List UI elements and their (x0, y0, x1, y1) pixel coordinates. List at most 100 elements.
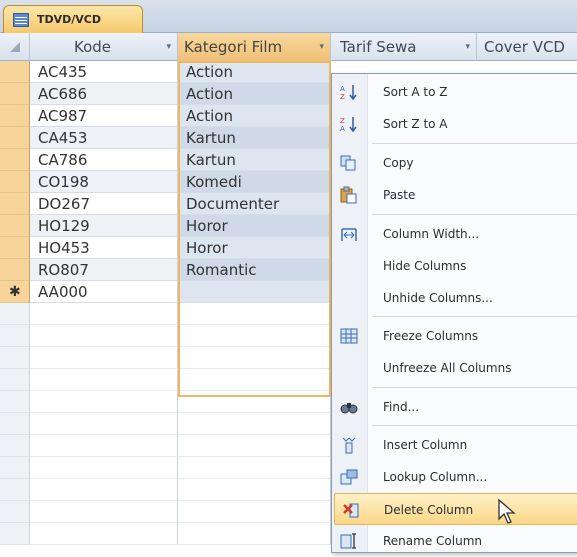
column-header-label: Kode (74, 38, 112, 56)
empty-cell (178, 435, 331, 457)
row-selector[interactable] (0, 105, 30, 127)
row-selector (0, 413, 30, 435)
row-selector[interactable] (0, 61, 30, 83)
column-header-cover-vcd[interactable]: Cover VCD (477, 33, 577, 61)
menu-item-label: Sort Z to A (383, 117, 448, 131)
cell-kode[interactable]: AC987 (30, 105, 178, 127)
cell-kode[interactable]: AA000 (30, 281, 178, 303)
cell-kode[interactable]: CA453 (30, 127, 178, 149)
menu-item-label: Unhide Columns... (383, 291, 493, 305)
cell-kode[interactable]: DO267 (30, 193, 178, 215)
menu-item-hide-columns[interactable]: Hide Columns (332, 250, 577, 282)
empty-cell (178, 391, 331, 413)
row-selector[interactable] (0, 171, 30, 193)
empty-cell (30, 479, 178, 501)
menu-item-unhide-columns[interactable]: Unhide Columns... (332, 282, 577, 314)
menu-item-label: Freeze Columns (383, 329, 479, 343)
menu-item-find[interactable]: Find... (332, 391, 577, 423)
empty-cell (30, 523, 178, 545)
menu-item-lookup-column[interactable]: Lookup Column... (332, 461, 577, 493)
menu-item-column-width[interactable]: Column Width... (332, 218, 577, 250)
row-selector[interactable] (0, 215, 30, 237)
empty-cell (30, 413, 178, 435)
menu-item-label: Find... (383, 400, 420, 414)
cell-kode[interactable]: RO807 (30, 259, 178, 281)
cell-kode[interactable]: AC686 (30, 83, 178, 105)
menu-separator (372, 143, 577, 144)
row-selector (0, 501, 30, 523)
column-dropdown-icon[interactable]: ▾ (166, 33, 171, 61)
cell-kategori[interactable]: Kartun (178, 127, 331, 149)
menu-separator (372, 316, 577, 317)
menu-item-freeze-columns[interactable]: Freeze Columns (332, 320, 577, 352)
row-selector[interactable] (0, 127, 30, 149)
svg-text:Z: Z (340, 117, 345, 125)
cell-kategori[interactable]: Horor (178, 237, 331, 259)
column-header-label: Cover VCD (484, 38, 565, 56)
menu-item-label: Hide Columns (383, 259, 467, 273)
row-selector (0, 347, 30, 369)
cell-kode[interactable]: CO198 (30, 171, 178, 193)
cell-kode[interactable]: AC435 (30, 61, 178, 83)
cell-kategori[interactable] (178, 281, 331, 303)
cell-kategori[interactable]: Romantic (178, 259, 331, 281)
column-header-kode[interactable]: Kode ▾ (30, 33, 178, 61)
row-selector (0, 369, 30, 391)
row-selector (0, 457, 30, 479)
sort-descending-icon: ZA (339, 115, 359, 133)
menu-item-label: Sort A to Z (383, 85, 448, 99)
column-header-tarif-sewa[interactable]: Tarif Sewa ▾ (331, 33, 477, 61)
cell-kode[interactable]: HO129 (30, 215, 178, 237)
table-tab-label: TDVD/VCD (37, 13, 102, 26)
row-selector[interactable] (0, 259, 30, 281)
row-selector[interactable] (0, 83, 30, 105)
column-dropdown-icon[interactable]: ▾ (319, 33, 324, 61)
menu-item-insert-column[interactable]: Insert Column (332, 429, 577, 461)
menu-item-label: Insert Column (383, 438, 468, 452)
empty-cell (178, 457, 331, 479)
menu-item-paste[interactable]: Paste (332, 179, 577, 211)
menu-separator (372, 214, 577, 215)
empty-cell (30, 369, 178, 391)
empty-cell (30, 457, 178, 479)
column-header-kategori-film[interactable]: Kategori Film ▾ (178, 33, 331, 61)
empty-cell (178, 501, 331, 523)
row-selector (0, 523, 30, 545)
select-all-button[interactable] (0, 33, 30, 61)
row-selector[interactable] (0, 149, 30, 171)
paste-icon (339, 186, 359, 204)
table-icon (13, 13, 29, 27)
cell-kategori[interactable]: Kartun (178, 149, 331, 171)
menu-item-delete-column[interactable]: Delete Column (334, 493, 577, 525)
cell-kategori[interactable]: Action (178, 83, 331, 105)
menu-item-copy[interactable]: Copy (332, 147, 577, 179)
column-dropdown-icon[interactable]: ▾ (465, 33, 470, 61)
cell-kategori[interactable]: Horor (178, 215, 331, 237)
svg-text:Z: Z (340, 93, 345, 101)
insert-column-icon (339, 436, 359, 454)
delete-column-icon (342, 501, 362, 519)
menu-separator (372, 387, 577, 388)
row-selector (0, 479, 30, 501)
cell-kategori[interactable]: Documenter (178, 193, 331, 215)
cell-kode[interactable]: CA786 (30, 149, 178, 171)
cell-kategori[interactable]: Action (178, 61, 331, 83)
row-selector[interactable] (0, 193, 30, 215)
empty-cell (178, 369, 331, 391)
cell-kode[interactable]: HO453 (30, 237, 178, 259)
freeze-columns-icon (339, 327, 359, 345)
row-selector (0, 435, 30, 457)
menu-item-sort-a-to-z[interactable]: AZ Sort A to Z (332, 76, 577, 108)
new-record-selector[interactable]: ✱ (0, 281, 30, 303)
row-selector[interactable] (0, 237, 30, 259)
rename-column-icon (339, 532, 359, 550)
menu-item-unfreeze-all-columns[interactable]: Unfreeze All Columns (332, 352, 577, 384)
cell-kategori[interactable]: Action (178, 105, 331, 127)
copy-icon (339, 154, 359, 172)
menu-item-sort-z-to-a[interactable]: ZA Sort Z to A (332, 108, 577, 140)
menu-item-label: Unfreeze All Columns (383, 361, 512, 375)
menu-item-rename-column[interactable]: Rename Column (332, 525, 577, 557)
menu-item-label: Column Width... (383, 227, 480, 241)
table-tab[interactable]: TDVD/VCD (3, 5, 143, 34)
cell-kategori[interactable]: Komedi (178, 171, 331, 193)
